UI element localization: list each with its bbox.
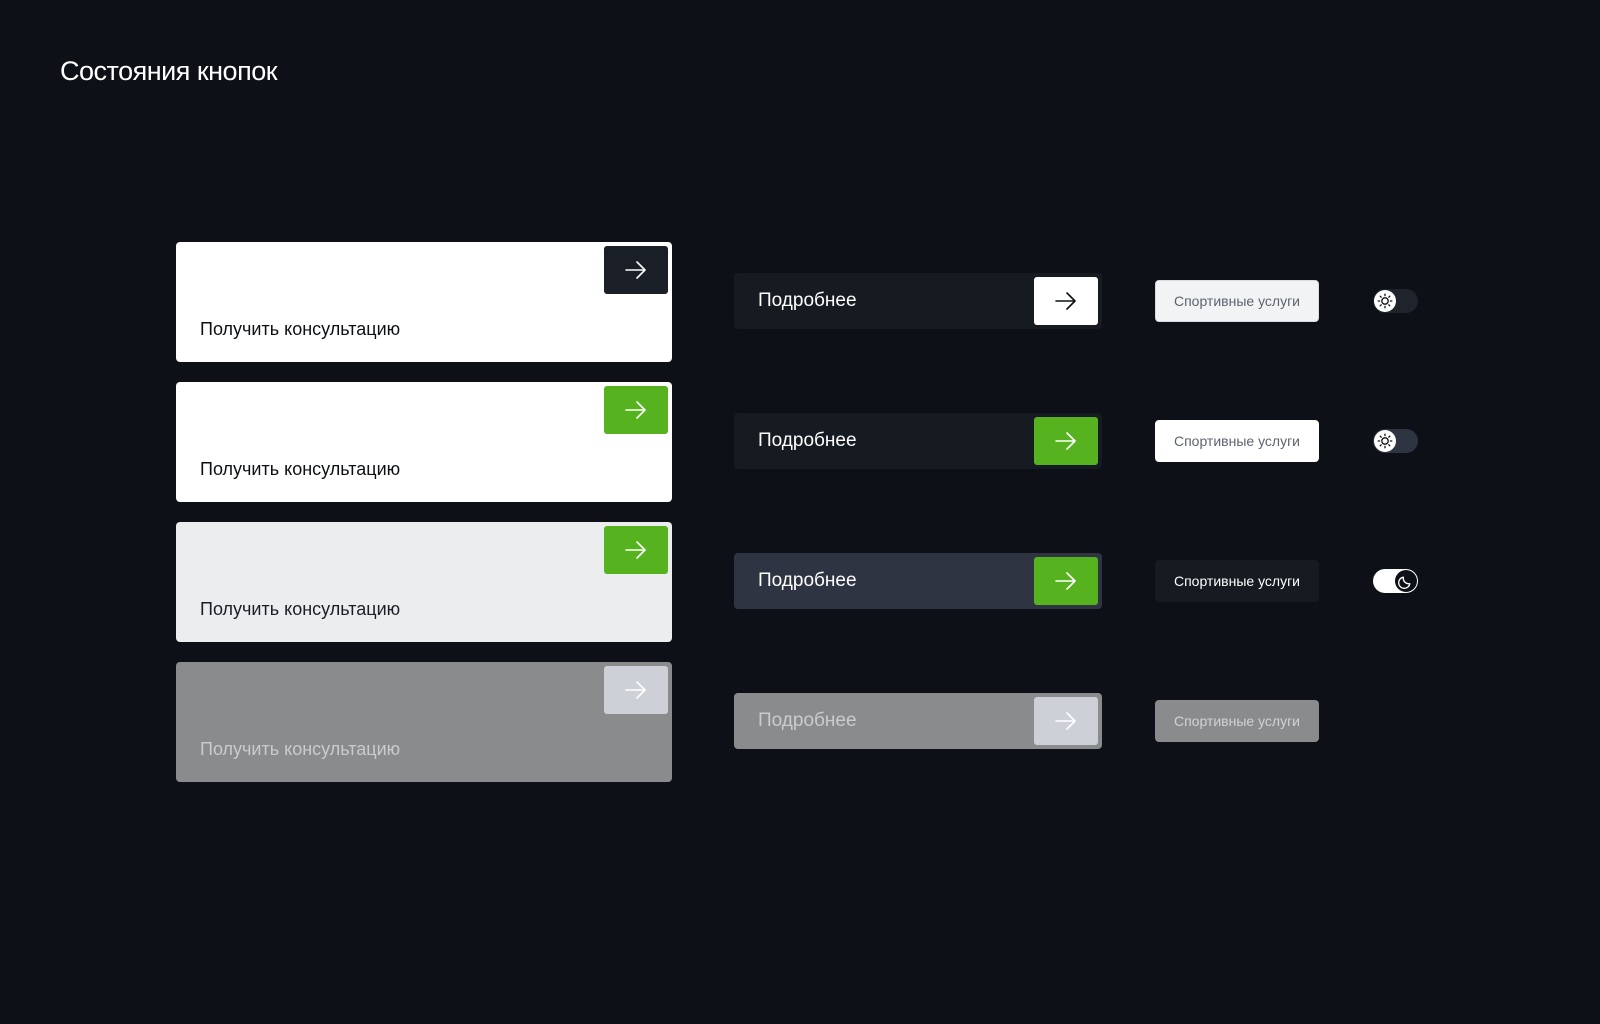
sun-icon [1377, 293, 1393, 309]
page-title: Состояния кнопок [60, 56, 278, 86]
toggle-knob [1374, 290, 1396, 312]
arrow-right-icon [625, 681, 646, 699]
theme-toggle-default[interactable] [1373, 289, 1418, 313]
consultation-button-label: Получить консультацию [200, 459, 401, 479]
more-button-label: Подробнее [758, 710, 857, 731]
sports-services-chip-hover[interactable]: Спортивные услуги [1155, 420, 1319, 462]
more-button-label: Подробнее [758, 570, 857, 591]
consultation-arrow-box [604, 666, 668, 714]
theme-toggle-hover[interactable] [1373, 429, 1418, 453]
arrow-right-icon [1055, 432, 1076, 450]
more-arrow-box [1034, 417, 1098, 465]
consultation-button-disabled[interactable]: Получить консультацию [176, 662, 672, 782]
arrow-right-icon [1055, 572, 1076, 590]
more-arrow-box [1034, 557, 1098, 605]
more-button-hover[interactable]: Подробнее [734, 413, 1102, 469]
arrow-right-icon [625, 401, 646, 419]
sports-services-chip-disabled[interactable]: Спортивные услуги [1155, 700, 1319, 742]
more-arrow-box [1034, 697, 1098, 745]
sports-services-chip-active[interactable]: Спортивные услуги [1155, 560, 1319, 602]
sports-services-chip-label: Спортивные услуги [1173, 433, 1301, 449]
consultation-button-active[interactable]: Получить консультацию [176, 522, 672, 642]
more-button-label: Подробнее [758, 290, 857, 311]
sports-services-chip-label: Спортивные услуги [1173, 713, 1301, 729]
toggle-knob [1395, 570, 1417, 592]
more-button-label: Подробнее [758, 430, 857, 451]
consultation-button-default[interactable]: Получить консультацию [176, 242, 672, 362]
page: Состояния кнопок Получить консультацию П… [0, 0, 1600, 1024]
consultation-button-label: Получить консультацию [200, 599, 401, 619]
consultation-button-hover[interactable]: Получить консультацию [176, 382, 672, 502]
consultation-arrow-box [604, 246, 668, 294]
consultation-button-label: Получить консультацию [200, 739, 401, 759]
more-arrow-box [1034, 277, 1098, 325]
toggle-knob [1374, 430, 1396, 452]
arrow-right-icon [1055, 292, 1076, 310]
theme-toggle-dark[interactable] [1373, 569, 1418, 593]
arrow-right-icon [625, 261, 646, 279]
arrow-right-icon [625, 541, 646, 559]
sun-icon [1377, 433, 1393, 449]
more-button-active[interactable]: Подробнее [734, 553, 1102, 609]
sports-services-chip-default[interactable]: Спортивные услуги [1155, 280, 1319, 322]
arrow-right-icon [1055, 712, 1076, 730]
sports-services-chip-label: Спортивные услуги [1173, 573, 1301, 589]
more-button-default[interactable]: Подробнее [734, 273, 1102, 329]
moon-icon [1398, 576, 1411, 589]
more-button-disabled[interactable]: Подробнее [734, 693, 1102, 749]
consultation-button-label: Получить консультацию [200, 319, 401, 339]
sports-services-chip-label: Спортивные услуги [1173, 293, 1301, 309]
consultation-arrow-box [604, 386, 668, 434]
consultation-arrow-box [604, 526, 668, 574]
